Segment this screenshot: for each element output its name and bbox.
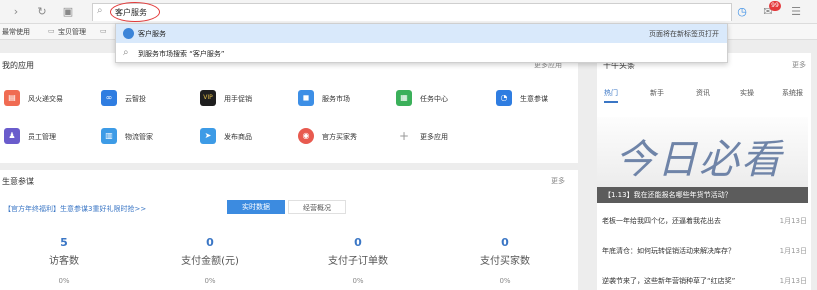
banner-caption[interactable]: 【1.13】我在还能报名哪些年货节活动？: [597, 187, 808, 203]
chart-icon: ◔: [496, 90, 512, 106]
stat-buyers-pct: 0%: [499, 277, 511, 285]
search-icon: ⌕: [123, 47, 129, 58]
business-panel: 生意参谋 更多: [0, 170, 578, 290]
stat-orders-value: 0: [354, 236, 362, 249]
tab-newbie[interactable]: 新手: [650, 88, 664, 98]
bookmark-frequent[interactable]: 最常使用: [2, 27, 30, 37]
refresh-icon[interactable]: ↻: [34, 4, 50, 20]
browser-toolbar: › ↻ ▣ ⌕ 客户服务 ◷ ✉ 99 ☰: [0, 0, 817, 24]
delivery-icon: ▤: [4, 90, 20, 106]
banner-text: 今日必看: [615, 137, 783, 183]
stat-amount-value: 0: [206, 236, 214, 249]
news-item[interactable]: 老板一年给我四个亿，还逼着我花出去 1月13日: [602, 216, 807, 230]
stat-buyers-label: 支付买家数: [480, 256, 530, 267]
plus-icon: +: [396, 128, 412, 144]
truck-icon: ▥: [101, 128, 117, 144]
headline-banner[interactable]: 今日必看 【1.13】我在还能报名哪些年货节活动？: [597, 117, 808, 203]
address-suggestions: 客户服务 页面将在新标签页打开 ⌕ 到服务市场搜索 “客户服务”: [115, 23, 728, 63]
search-icon: ⌕: [97, 5, 103, 16]
stat-buyers-value: 0: [501, 236, 509, 249]
annotation-circle: [110, 2, 160, 22]
stat-visitors-label: 访客数: [49, 256, 79, 267]
clock-icon[interactable]: ◷: [734, 4, 750, 20]
browser-window: › ↻ ▣ ⌕ 客户服务 ◷ ✉ 99 ☰ 最常使用 ▭ 宝贝管理 ▭ 我的应用…: [0, 0, 817, 290]
business-more-link[interactable]: 更多: [551, 176, 565, 186]
stat-orders-pct: 0%: [352, 277, 364, 285]
message-badge: 99: [769, 1, 781, 11]
site-icon: [123, 28, 134, 39]
bag-icon: ◼: [298, 90, 314, 106]
infinity-icon: ∞: [101, 90, 117, 106]
stat-visitors-pct: 0%: [58, 277, 70, 285]
suggestion-search-item[interactable]: ⌕ 到服务市场搜索 “客户服务”: [116, 44, 727, 63]
suggestion-open-item[interactable]: 客户服务 页面将在新标签页打开: [116, 24, 727, 43]
forward-icon[interactable]: ›: [8, 4, 24, 20]
folder-icon: ▭: [100, 27, 107, 35]
tab-system[interactable]: 系统报: [782, 88, 803, 98]
tab-realtime[interactable]: 实时数据: [227, 200, 285, 214]
headline-more-link[interactable]: 更多: [792, 60, 806, 70]
camera-icon: ◉: [298, 128, 314, 144]
tab-hot[interactable]: 热门: [604, 88, 618, 103]
tab-news[interactable]: 资讯: [696, 88, 710, 98]
bookmark-product-manage[interactable]: 宝贝管理: [58, 27, 86, 37]
my-apps-title: 我的应用: [2, 61, 34, 70]
promo-link[interactable]: 【官方年终福利】生意参谋3重好礼限时抢>>: [4, 204, 146, 214]
my-apps-panel: 我的应用 更多应用 ▤ 风火递交易 ∞ 云智投 VIP 用手促销 ◼ 服务市场 …: [0, 53, 578, 163]
calendar-icon: ▦: [396, 90, 412, 106]
stat-orders-label: 支付子订单数: [328, 256, 388, 267]
business-title: 生意参谋: [2, 177, 34, 186]
address-bar[interactable]: ⌕ 客户服务: [92, 3, 732, 21]
news-item[interactable]: 逆袭节来了，这些新年营销种草了“红店奖” 1月13日: [602, 276, 807, 290]
screenshot-icon[interactable]: ▣: [60, 4, 76, 20]
menu-icon[interactable]: ☰: [788, 4, 804, 20]
stat-amount-pct: 0%: [204, 277, 216, 285]
news-item[interactable]: 年底清仓：如何玩转促销活动来解决库存？ 1月13日: [602, 246, 807, 260]
tab-practice[interactable]: 实操: [740, 88, 754, 98]
stat-amount-label: 支付金额(元): [181, 256, 239, 267]
folder-icon: ▭: [48, 27, 55, 35]
vip-icon: VIP: [200, 90, 216, 106]
stat-visitors-value: 5: [60, 236, 68, 249]
user-icon: ♟: [4, 128, 20, 144]
send-icon: ➤: [200, 128, 216, 144]
tab-overview[interactable]: 经营概况: [288, 200, 346, 214]
